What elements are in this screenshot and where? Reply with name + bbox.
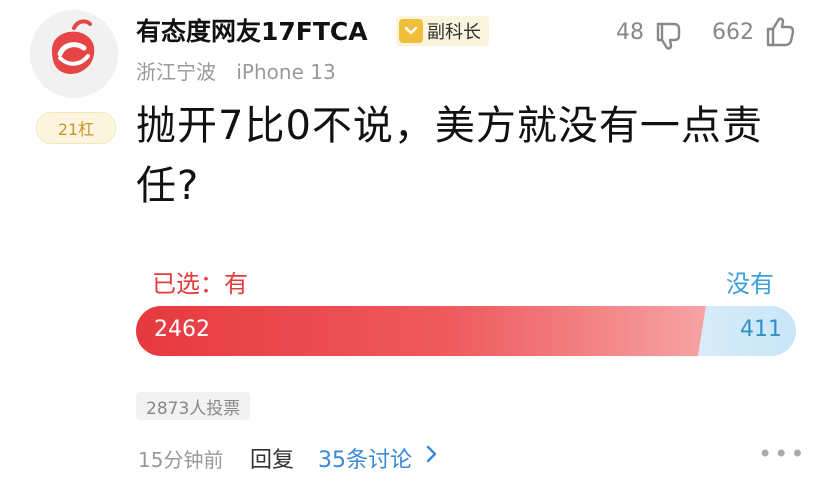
rank-badge: 21杠 [36, 112, 116, 144]
avatar-logo-icon [30, 10, 118, 98]
like-count: 662 [712, 20, 754, 45]
reply-button[interactable]: 回复 [250, 442, 294, 474]
more-options-icon[interactable]: ••• [758, 440, 806, 468]
poll-chosen-label: 已选：有 [152, 270, 248, 298]
post-time: 15分钟前 [138, 448, 224, 472]
username[interactable]: 有态度网友17FTCA [136, 12, 368, 48]
avatar[interactable] [30, 10, 118, 98]
thumbs-down-icon[interactable] [652, 18, 686, 52]
location: 浙江宁波 [136, 60, 216, 84]
level-shield-icon [399, 19, 423, 43]
post-question: 抛开7比0不说，美方就没有一点责任? [136, 103, 763, 209]
chevron-right-icon[interactable] [424, 442, 440, 472]
discussion-link[interactable]: 35条讨论 [318, 442, 412, 474]
device: iPhone 13 [236, 60, 336, 84]
thumbs-up-icon[interactable] [762, 14, 798, 50]
level-label: 副科长 [427, 22, 481, 43]
poll-yes-segment[interactable] [136, 306, 706, 356]
voters-count: 2873人投票 [136, 392, 251, 420]
dislike-count: 48 [616, 20, 644, 45]
poll-bar[interactable] [136, 306, 796, 356]
level-badge: 副科长 [396, 16, 489, 46]
poll-yes-count: 2462 [154, 317, 210, 342]
poll-no-count: 411 [740, 317, 782, 342]
poll-other-label[interactable]: 没有 [726, 264, 774, 299]
user-meta: 浙江宁波 iPhone 13 [136, 56, 350, 85]
